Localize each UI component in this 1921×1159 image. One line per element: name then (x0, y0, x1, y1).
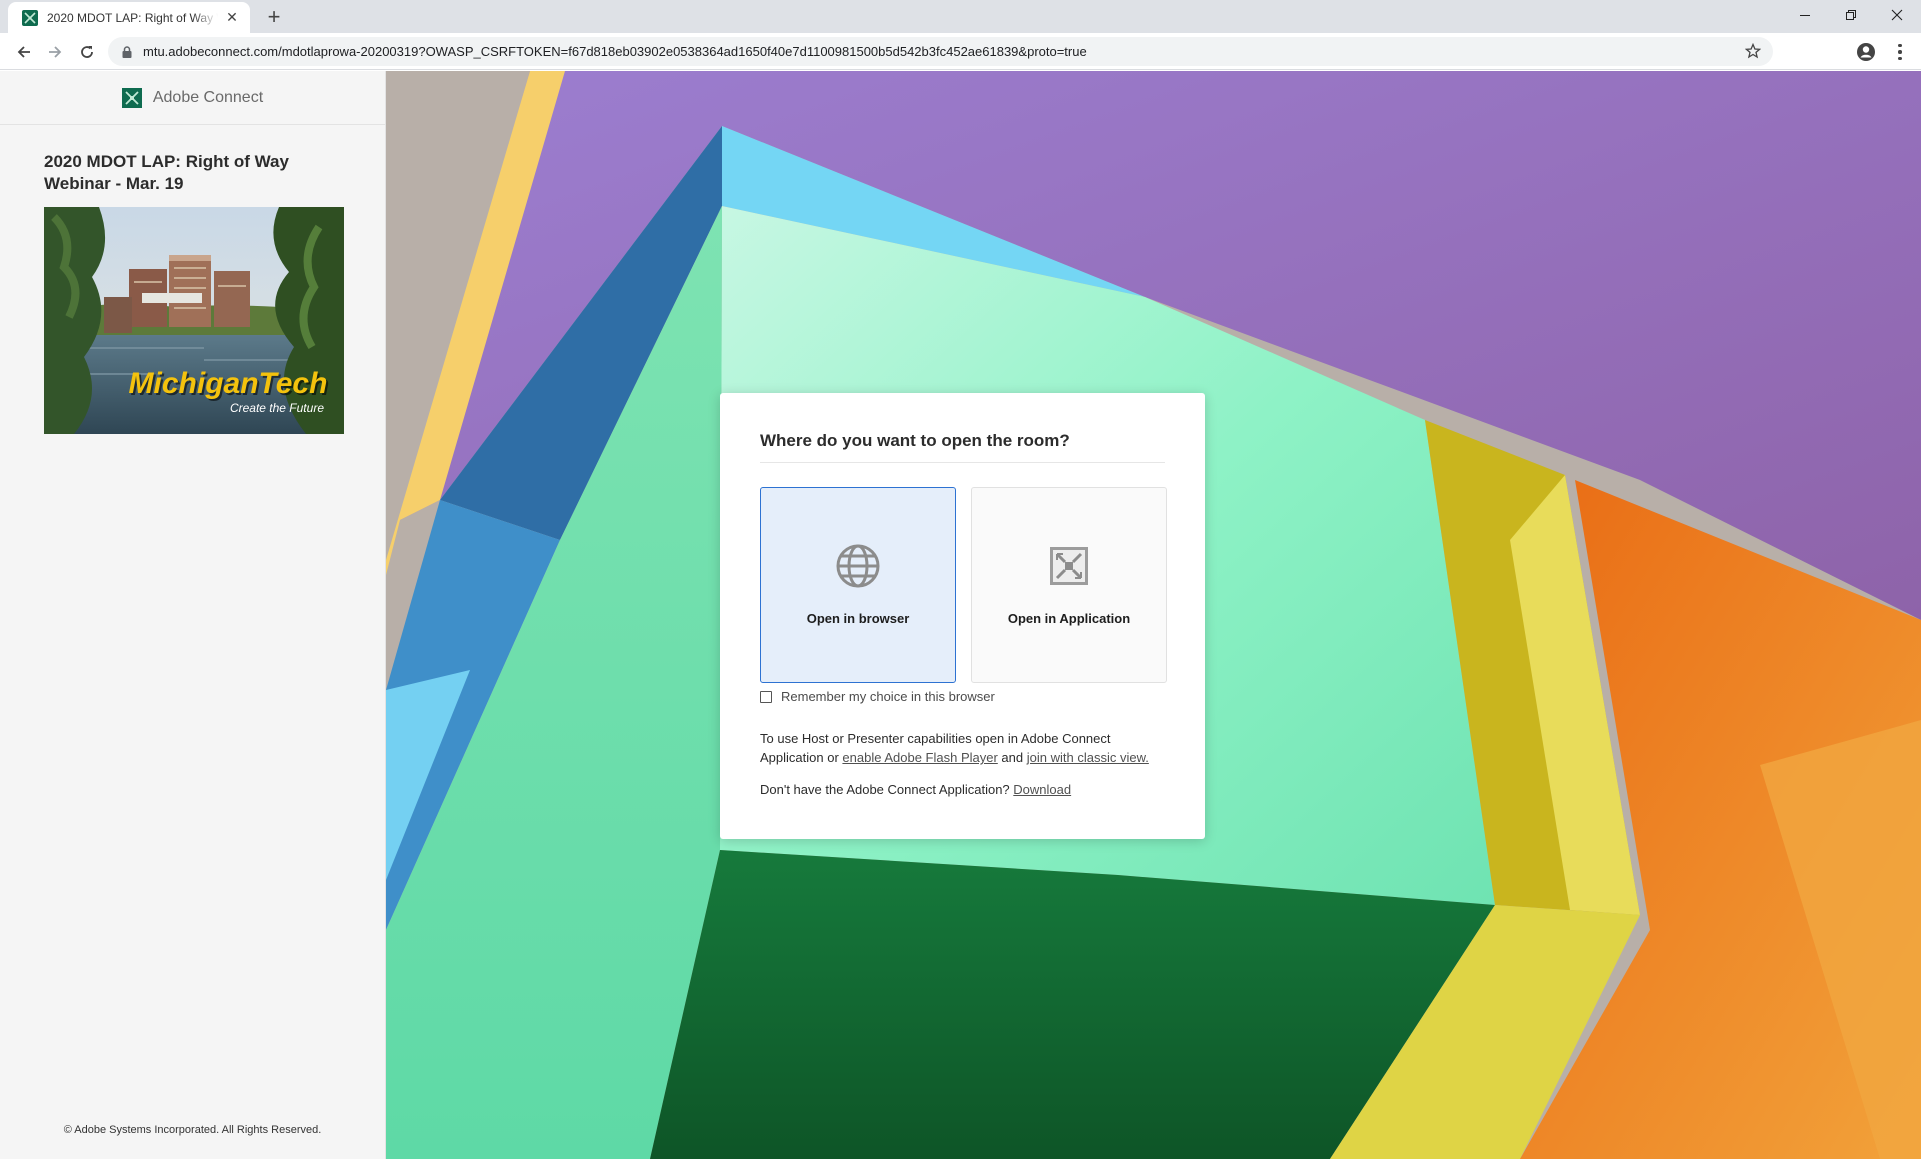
minimize-icon[interactable] (1782, 0, 1828, 30)
remember-label[interactable]: Remember my choice in this browser (781, 689, 995, 704)
open-in-application-label: Open in Application (1007, 611, 1131, 626)
forward-arrow-icon[interactable] (42, 39, 68, 65)
open-in-application-option[interactable]: Open in Application (971, 487, 1167, 683)
restore-icon[interactable] (1828, 0, 1874, 30)
globe-icon (836, 544, 880, 588)
reload-icon[interactable] (74, 39, 100, 65)
download-prefix: Don't have the Adobe Connect Application… (760, 782, 1010, 797)
michigan-tech-logo: MichiganTech (129, 367, 328, 400)
tab-title: 2020 MDOT LAP: Right of Way Webinar - Ma… (47, 10, 218, 25)
remember-checkbox[interactable] (760, 690, 772, 703)
browser-tab[interactable]: 2020 MDOT LAP: Right of Way Webinar - Ma… (8, 2, 250, 33)
remember-choice[interactable]: Remember my choice in this browser (760, 689, 995, 704)
copyright-text: © Adobe Systems Incorporated. All Rights… (63, 1124, 322, 1136)
adobe-connect-logo-icon (121, 87, 142, 108)
menu-dots-icon[interactable] (1894, 42, 1906, 62)
profile-icon[interactable] (1856, 42, 1876, 62)
meeting-title: 2020 MDOT LAP: Right of Way Webinar - Ma… (44, 152, 289, 193)
lock-icon (122, 45, 132, 58)
presenter-info-text: To use Host or Presenter capabilities op… (760, 729, 1170, 767)
download-prompt: Don't have the Adobe Connect Application… (760, 782, 1071, 797)
star-icon[interactable] (1745, 43, 1761, 59)
new-tab-button[interactable]: + (262, 5, 286, 29)
adobe-connect-app-icon (1050, 547, 1088, 585)
browser-tab-strip: 2020 MDOT LAP: Right of Way Webinar - Ma… (0, 0, 1921, 33)
download-link[interactable]: Download (1013, 782, 1071, 797)
address-bar[interactable]: mtu.adobeconnect.com/mdotlaprowa-2020031… (108, 37, 1773, 66)
close-icon[interactable] (1874, 0, 1920, 30)
enable-flash-link[interactable]: enable Adobe Flash Player (842, 750, 997, 765)
open-in-browser-label: Open in browser (806, 611, 910, 626)
open-in-browser-option[interactable]: Open in browser (760, 487, 956, 683)
adobe-connect-icon (22, 9, 38, 26)
url-text[interactable]: mtu.adobeconnect.com/mdotlaprowa-2020031… (143, 44, 1773, 59)
michigan-tech-tagline: Create the Future (230, 401, 324, 415)
dialog-title: Where do you want to open the room? (760, 431, 1165, 463)
classic-view-link[interactable]: join with classic view. (1027, 750, 1149, 765)
info-and: and (1001, 750, 1024, 765)
back-arrow-icon[interactable] (11, 39, 37, 65)
open-room-dialog: Where do you want to open the room? Open… (720, 393, 1205, 839)
meeting-banner-image: MichiganTech MichiganTech Create the Fut… (44, 207, 344, 434)
sidebar: Adobe Connect 2020 MDOT LAP: Right of Wa… (0, 71, 386, 1159)
tab-close-icon[interactable]: ✕ (224, 9, 240, 26)
brand-header: Adobe Connect (0, 71, 385, 125)
brand-name: Adobe Connect (152, 88, 264, 106)
browser-toolbar: mtu.adobeconnect.com/mdotlaprowa-2020031… (0, 33, 1921, 70)
